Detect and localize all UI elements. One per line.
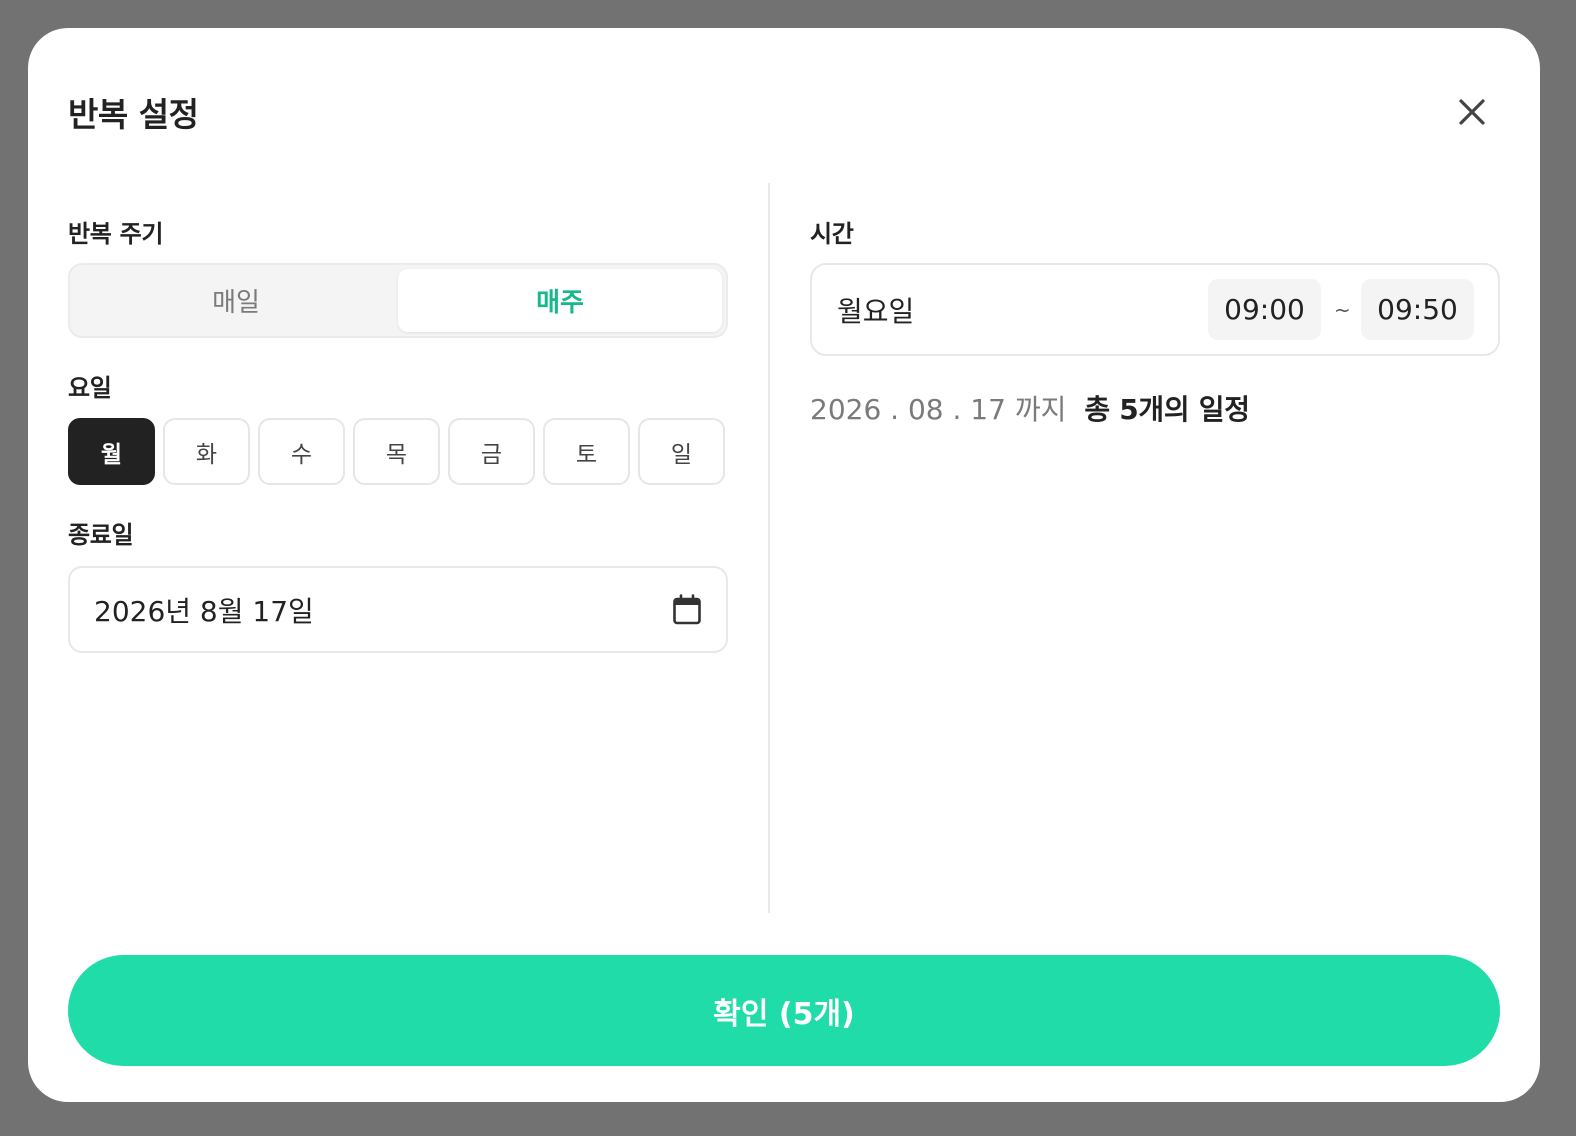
option-daily[interactable]: 매일 xyxy=(74,269,398,332)
time-row: 월요일 09:00 ~ 09:50 xyxy=(810,263,1500,356)
repeat-cycle-label: 반복 주기 xyxy=(68,220,164,248)
confirm-button[interactable]: 확인 (5개) xyxy=(68,955,1500,1066)
day-mon[interactable]: 월 xyxy=(68,418,155,485)
end-date-value: 2026년 8월 17일 xyxy=(94,594,314,628)
weekday-selector: 월 화 수 목 금 토 일 xyxy=(68,418,725,485)
time-row-weekday: 월요일 xyxy=(837,294,915,328)
end-date-input[interactable]: 2026년 8월 17일 xyxy=(68,566,728,653)
day-sat[interactable]: 토 xyxy=(543,418,630,485)
day-fri[interactable]: 금 xyxy=(448,418,535,485)
day-sun[interactable]: 일 xyxy=(638,418,725,485)
time-separator: ~ xyxy=(1334,297,1351,322)
option-weekly[interactable]: 매주 xyxy=(398,269,722,332)
summary-total: 총 5개의 일정 xyxy=(1084,393,1250,426)
end-time-picker[interactable]: 09:50 xyxy=(1361,279,1474,340)
day-tue[interactable]: 화 xyxy=(163,418,250,485)
time-label: 시간 xyxy=(810,220,854,248)
summary-until: 2026 . 08 . 17 까지 xyxy=(810,393,1067,426)
repeat-cycle-segmented-control: 매일 매주 xyxy=(68,263,728,338)
close-button[interactable] xyxy=(1452,92,1492,132)
day-wed[interactable]: 수 xyxy=(258,418,345,485)
day-thu[interactable]: 목 xyxy=(353,418,440,485)
schedule-summary: 2026 . 08 . 17 까지 총 5개의 일정 xyxy=(810,388,1250,428)
dialog-title: 반복 설정 xyxy=(68,95,199,134)
close-icon xyxy=(1459,99,1485,125)
calendar-icon[interactable] xyxy=(672,593,702,626)
end-date-label: 종료일 xyxy=(68,521,134,549)
weekday-label: 요일 xyxy=(68,374,112,402)
start-time-picker[interactable]: 09:00 xyxy=(1208,279,1321,340)
column-divider xyxy=(768,183,770,913)
repeat-settings-dialog: 반복 설정 반복 주기 매일 매주 요일 월 화 수 목 금 토 일 종료일 2… xyxy=(28,28,1540,1102)
